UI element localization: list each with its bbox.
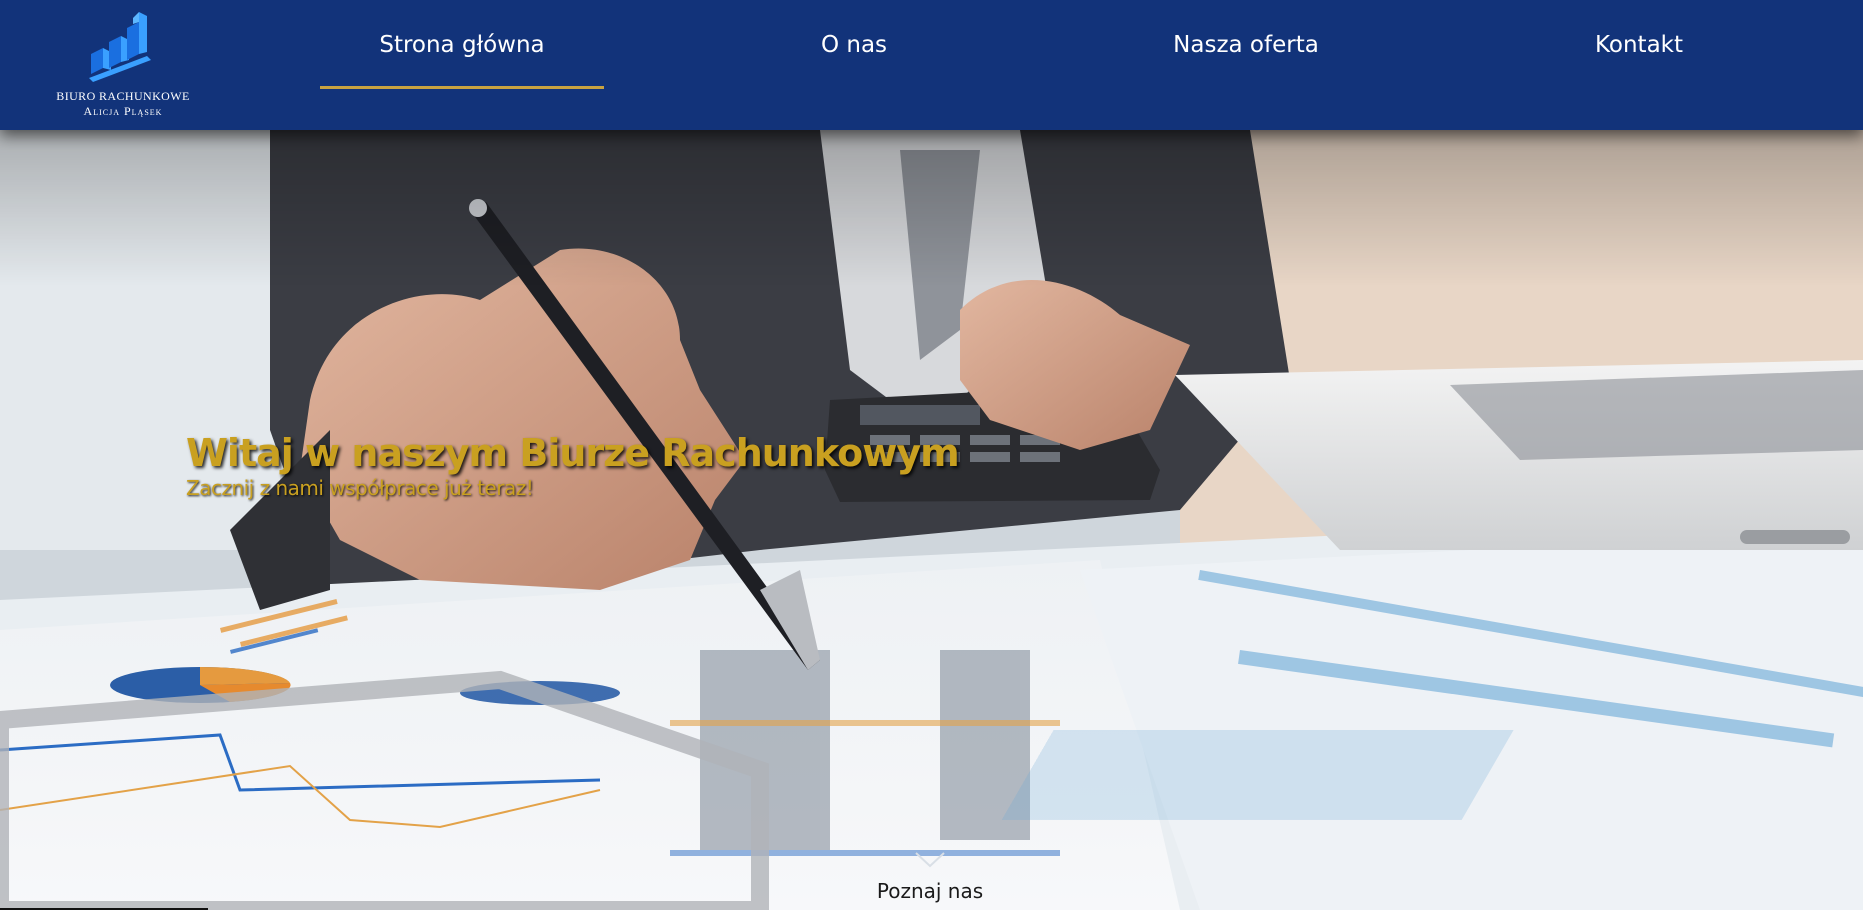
brand-name: BIURO RACHUNKOWE	[56, 89, 190, 103]
hero-subtitle: Zacznij z nami współprace już teraz!	[186, 476, 534, 500]
brand-logo[interactable]: BIURO RACHUNKOWE Alicja Pląsek	[48, 10, 198, 120]
learn-more-link[interactable]: Poznaj nas	[830, 879, 1030, 903]
bar-chart-logo-icon	[89, 12, 151, 82]
top-navbar: BIURO RACHUNKOWE Alicja Pląsek Strona gł…	[0, 0, 1863, 130]
nav-item-offer[interactable]: Nasza oferta	[1096, 0, 1396, 90]
nav-item-about[interactable]: O nas	[704, 0, 1004, 90]
hero-title: Witaj w naszym Biurze Rachunkowym	[186, 431, 960, 475]
chevron-down-icon[interactable]	[914, 850, 946, 870]
hero-section: Witaj w naszym Biurze Rachunkowym Zaczni…	[0, 130, 1863, 910]
nav-item-contact[interactable]: Kontakt	[1489, 0, 1789, 90]
brand-owner: Alicja Pląsek	[83, 104, 163, 118]
nav-item-home[interactable]: Strona główna	[312, 0, 612, 90]
hero-background-image	[0, 130, 1863, 910]
